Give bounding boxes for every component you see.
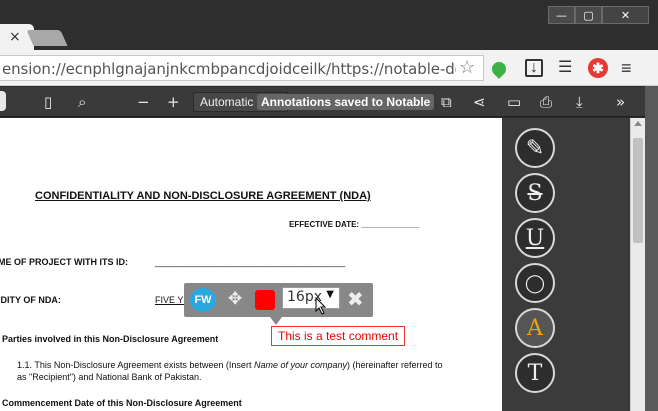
project-label: ME OF PROJECT WITH ITS ID: [0,257,128,267]
address-row: ension://ecnphlgnajanjnkcmbpancdjoidceil… [0,50,658,86]
pdf-page: CONFIDENTIALITY AND NON-DISCLOSURE AGREE… [0,118,502,411]
list-extension-icon[interactable]: ☰ [558,59,576,77]
strikethrough-tool-icon[interactable]: S [515,173,555,213]
scroll-thumb[interactable] [633,138,643,243]
presentation-mode-icon[interactable]: ⧉ [441,93,452,111]
paragraph-text: 1.1. This Non-Disclosure Agreement exist… [17,360,254,370]
paragraph-italic: Name of your company [253,360,347,370]
comment-tool-icon[interactable]: ◯ [515,263,555,303]
maximize-button[interactable]: ▢ [575,6,602,24]
download-extension-icon[interactable]: ↓ [525,59,543,77]
url-text[interactable]: ension://ecnphlgnajanjnkcmbpancdjoidceil… [2,60,456,78]
mouse-cursor-icon [315,297,327,315]
font-size-select[interactable]: 16px ▼ [282,287,340,309]
project-line: ______________________________________ [155,257,346,267]
comment-pointer [270,317,282,325]
open-file-icon[interactable]: ▭ [507,93,521,111]
color-swatch[interactable] [255,290,275,310]
underline-tool-icon[interactable]: U [515,218,555,258]
print-icon[interactable]: ⎙ [540,93,552,111]
sidebar-toggle-icon[interactable] [0,91,6,111]
pdf-toolbar: ▯ ⌕ − + Automatic Zoom Annotations saved… [0,87,658,117]
minimize-button[interactable]: — [548,6,575,24]
window-titlebar: × — ▢ ✕ [0,0,658,50]
thumbnail-view-icon[interactable]: ▯ [44,93,52,111]
effective-date: EFFECTIVE DATE: _____________ [289,220,420,229]
green-leaf-extension-icon[interactable] [489,59,509,79]
save-status-toast: Annotations saved to Notable [257,94,435,110]
search-icon[interactable]: ⌕ [78,93,86,111]
section-heading-2: Commencement Date of this Non-Disclosure… [2,398,242,408]
comment-bubble[interactable]: This is a test comment [271,326,406,346]
window-controls: — ▢ ✕ [548,6,649,24]
close-window-button[interactable]: ✕ [602,6,649,24]
annotation-sidebar: ✎ S U ◯ A T [502,118,630,411]
annotation-toolbar: FW ✥ 16px ▼ ✖ [184,283,373,317]
highlighter-tool-icon[interactable]: ✎ [515,128,555,168]
close-icon[interactable]: ✖ [347,287,364,311]
zoom-in-button[interactable]: + [167,93,180,111]
paragraph: 1.1. This Non-Disclosure Agreement exist… [17,359,447,383]
validity-label: IDITY OF NDA: [0,295,61,305]
section-heading: Parties involved in this Non-Disclosure … [2,334,219,344]
share-icon[interactable]: ⋖ [473,93,486,111]
user-avatar[interactable]: FW [190,288,216,312]
document-title: CONFIDENTIALITY AND NON-DISCLOSURE AGREE… [35,190,371,202]
star-icon[interactable]: ☆ [459,57,475,78]
window-edge [645,86,658,411]
tab-close-icon[interactable]: × [9,29,21,45]
scrollbar[interactable] [630,118,645,411]
zoom-out-button[interactable]: − [137,93,150,111]
scroll-up-icon[interactable] [634,121,642,126]
move-icon[interactable]: ✥ [228,289,242,309]
chevron-down-icon: ▼ [326,289,334,300]
more-tools-icon[interactable]: » [616,93,625,111]
omnibox[interactable]: ension://ecnphlgnajanjnkcmbpancdjoidceil… [0,55,484,81]
red-star-extension-icon[interactable]: ✱ [588,58,608,78]
menu-icon[interactable]: ≡ [621,59,639,77]
text-color-tool-icon[interactable]: A [515,308,555,348]
text-insert-tool-icon[interactable]: T [515,353,555,393]
download-icon[interactable]: ⤓ [576,93,583,111]
new-tab-button[interactable] [26,30,68,46]
